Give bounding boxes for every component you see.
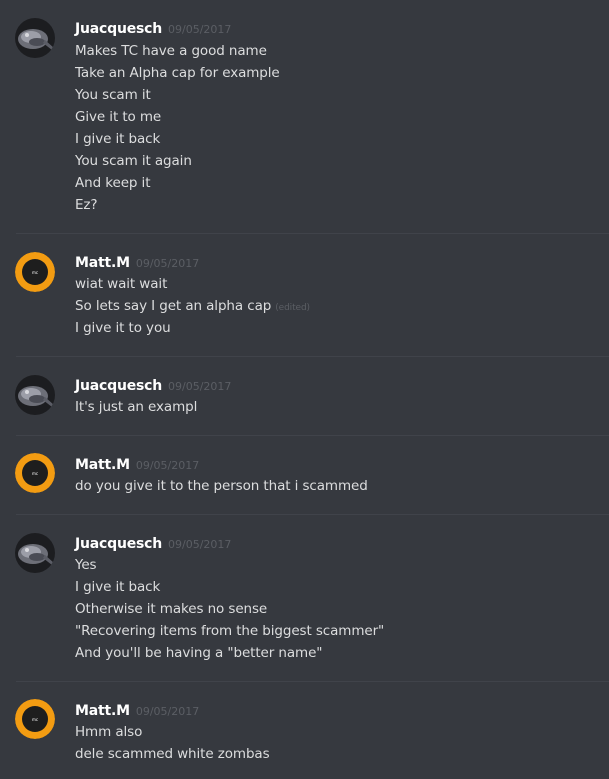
message-line: You scam it again xyxy=(75,153,192,169)
avatar[interactable] xyxy=(15,375,55,415)
orange-logo-avatar-icon: mc xyxy=(15,252,55,292)
message-line: It's just an exampl xyxy=(75,399,198,415)
avatar[interactable]: mc xyxy=(15,453,55,493)
message-header: Juacquesch 09/05/2017 xyxy=(75,375,231,395)
username[interactable]: Matt.M xyxy=(75,457,130,473)
message-line: Take an Alpha cap for example xyxy=(75,65,280,81)
message-text: So lets say I get an alpha cap xyxy=(75,298,272,314)
username[interactable]: Juacquesch xyxy=(75,536,162,552)
message-line: "Recovering items from the biggest scamm… xyxy=(75,623,385,639)
timestamp: 09/05/2017 xyxy=(135,257,200,270)
orange-logo-avatar-icon: mc xyxy=(15,453,55,493)
message-line: And you'll be having a "better name" xyxy=(75,645,323,661)
message-line: I give it to you xyxy=(75,320,171,336)
orange-logo-avatar-icon: mc xyxy=(15,699,55,739)
message-line: dele scammed white zombas xyxy=(75,746,270,762)
message-divider xyxy=(16,435,609,436)
stingray-photo-avatar-icon xyxy=(15,375,55,415)
message-line: Ez? xyxy=(75,197,98,213)
message-line: do you give it to the person that i scam… xyxy=(75,478,368,494)
timestamp: 09/05/2017 xyxy=(168,380,232,393)
message-line: Yes xyxy=(75,557,97,573)
edited-label: (edited) xyxy=(275,303,310,313)
username[interactable]: Matt.M xyxy=(75,703,130,719)
avatar[interactable] xyxy=(15,18,55,58)
chat-messages: Juacquesch 09/05/2017 Makes TC have a goo… xyxy=(0,0,609,779)
avatar[interactable] xyxy=(15,533,55,573)
username[interactable]: Juacquesch xyxy=(75,21,162,37)
message-line-edited: So lets say I get an alpha cap (edited) xyxy=(75,297,310,317)
svg-text:mc: mc xyxy=(32,471,38,476)
timestamp: 09/05/2017 xyxy=(168,538,232,551)
message-divider xyxy=(16,681,609,682)
message-line: Makes TC have a good name xyxy=(75,43,267,59)
message-line: You scam it xyxy=(75,87,151,103)
avatar[interactable]: mc xyxy=(15,252,55,292)
message-header: Juacquesch 09/05/2017 xyxy=(75,533,231,553)
message-line: I give it back xyxy=(75,131,161,147)
timestamp: 09/05/2017 xyxy=(135,459,200,472)
message-divider xyxy=(16,356,609,357)
message-line: Hmm also xyxy=(75,724,143,740)
svg-text:mc: mc xyxy=(32,717,38,722)
username[interactable]: Matt.M xyxy=(75,255,130,271)
message-header: Juacquesch 09/05/2017 xyxy=(75,18,231,38)
stingray-photo-avatar-icon xyxy=(15,533,55,573)
message-header: Matt.M 09/05/2017 xyxy=(75,454,199,474)
timestamp: 09/05/2017 xyxy=(168,23,232,36)
stingray-photo-avatar-icon xyxy=(15,18,55,58)
timestamp: 09/05/2017 xyxy=(135,705,200,718)
username[interactable]: Juacquesch xyxy=(75,378,162,394)
message-line: I give it back xyxy=(75,579,161,595)
message-line: Give it to me xyxy=(75,109,162,125)
svg-text:mc: mc xyxy=(32,270,38,275)
message-line: And keep it xyxy=(75,175,151,191)
avatar[interactable]: mc xyxy=(15,699,55,739)
message-line: wiat wait wait xyxy=(75,276,168,292)
message-header: Matt.M 09/05/2017 xyxy=(75,252,199,272)
message-divider xyxy=(16,514,609,515)
message-divider xyxy=(16,233,609,234)
message-header: Matt.M 09/05/2017 xyxy=(75,700,199,720)
message-line: Otherwise it makes no sense xyxy=(75,601,268,617)
